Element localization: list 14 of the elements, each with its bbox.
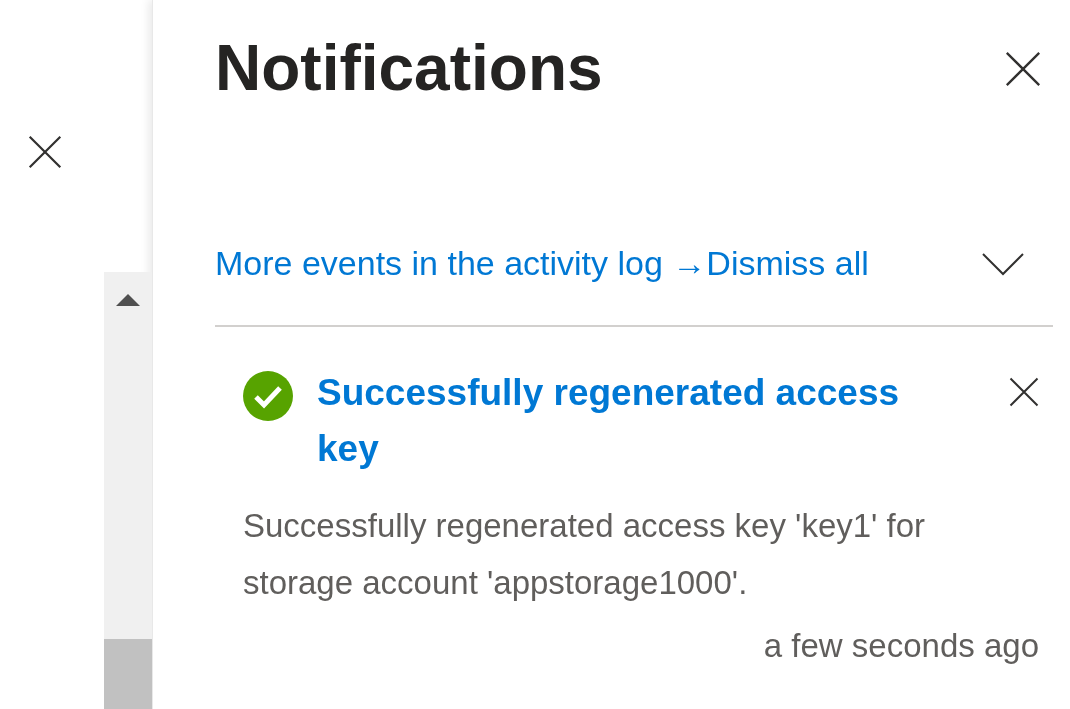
scroll-up-arrow-icon[interactable]: [115, 293, 141, 307]
notification-title: Successfully regenerated access key: [317, 371, 901, 471]
success-check-icon: [243, 371, 293, 421]
notification-time: a few seconds ago: [763, 626, 1039, 666]
close-icon[interactable]: [1005, 51, 1041, 87]
close-icon[interactable]: [1009, 377, 1039, 407]
link[interactable]: Dismiss all: [706, 238, 869, 289]
close-icon[interactable]: [28, 135, 62, 169]
panel-title: Notifications: [215, 31, 603, 106]
notification-message: Successfully regenerated access key 'key1' for storage account 'appstorage1000'.: [243, 506, 927, 603]
scrollbar-thumb[interactable]: [104, 639, 152, 709]
scrollbar[interactable]: [104, 272, 152, 709]
chevron-down-icon[interactable]: [981, 251, 1025, 276]
link[interactable]: More events in the activity log →: [215, 238, 707, 289]
